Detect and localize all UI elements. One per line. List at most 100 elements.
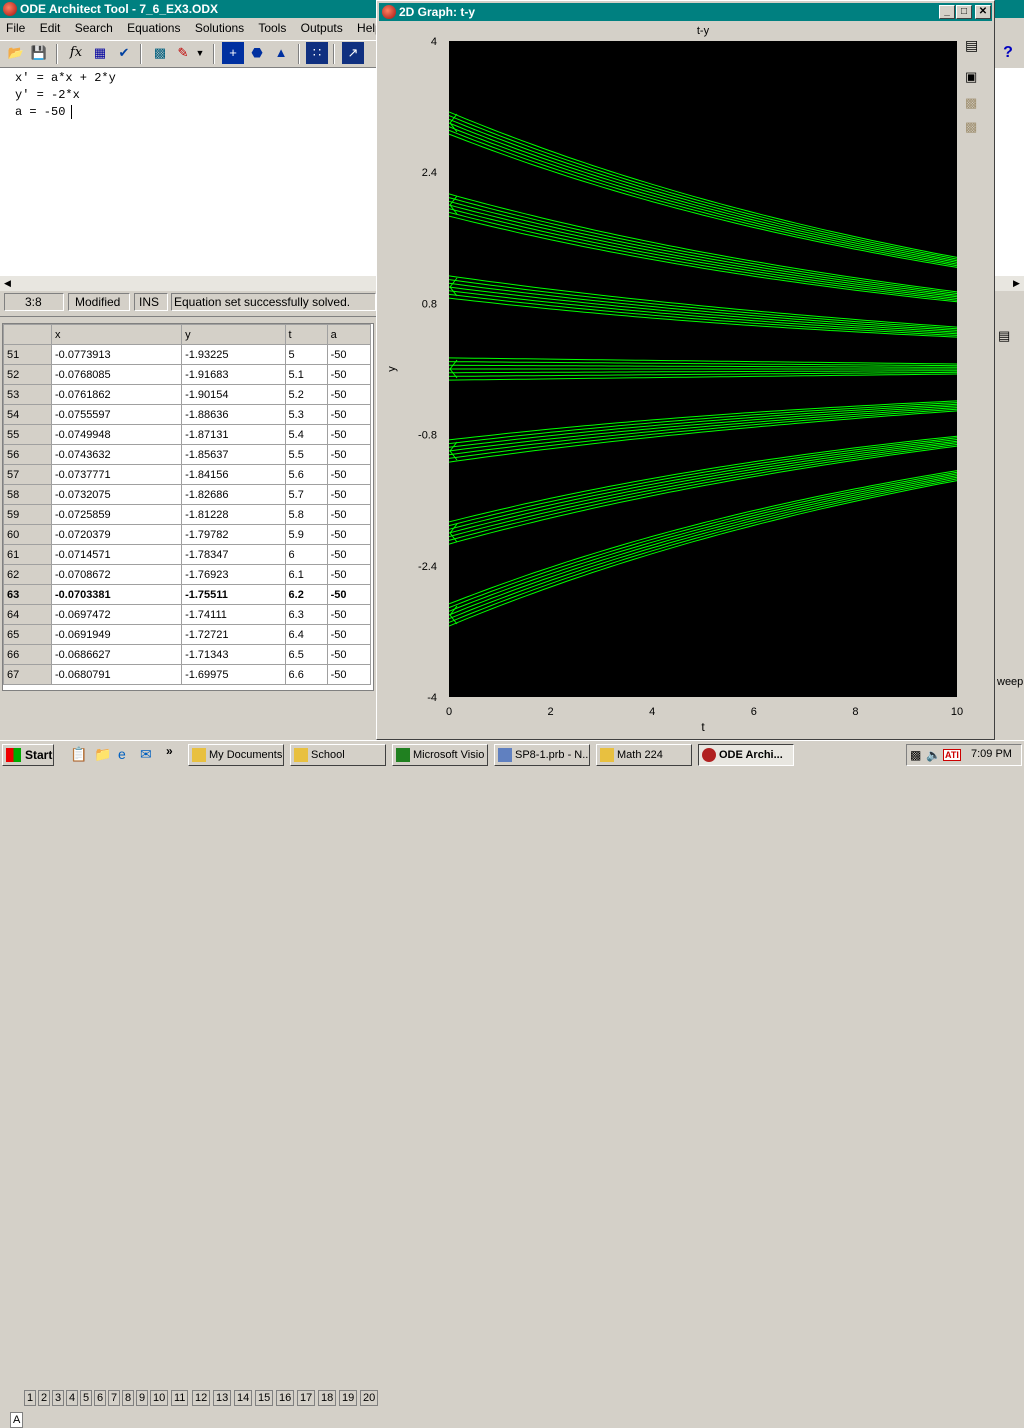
row-number[interactable]: 65 (3, 624, 52, 645)
taskbar-item-math224[interactable]: Math 224 (596, 744, 692, 766)
table-row[interactable]: 59 -0.0725859 -1.81228 5.8 -50 (3, 504, 372, 525)
table-row[interactable]: 64 -0.0697472 -1.74111 6.3 -50 (3, 604, 372, 625)
table-cell[interactable]: -0.0708672 (50, 564, 183, 585)
new-graph-icon[interactable]: + (222, 42, 244, 64)
dropdown-arrow-icon[interactable]: ▼ (194, 42, 206, 64)
close-button[interactable]: ✕ (975, 5, 991, 19)
table-row[interactable]: 55 -0.0749948 -1.87131 5.4 -50 (3, 424, 372, 445)
sheet-tab-16[interactable]: 16 (276, 1390, 295, 1406)
table-cell[interactable]: -1.78347 (181, 544, 286, 565)
table-cell[interactable]: -0.0697472 (50, 604, 183, 625)
table-cell[interactable]: -50 (326, 424, 372, 445)
taskbar-item-school[interactable]: School (290, 744, 386, 766)
table-cell[interactable]: -1.79782 (181, 524, 286, 545)
table-cell[interactable]: -0.0761862 (50, 384, 183, 405)
table-cell[interactable]: -0.0737771 (50, 464, 183, 485)
table-cell[interactable]: -1.85637 (181, 444, 286, 465)
sheet-tab-2[interactable]: 2 (38, 1390, 51, 1406)
sheet-tab-14[interactable]: 14 (234, 1390, 253, 1406)
scroll-left-icon[interactable]: ◀ (0, 276, 15, 291)
sheet-tab-8[interactable]: 8 (122, 1390, 135, 1406)
table-cell[interactable]: -0.0686627 (50, 644, 183, 665)
calculator-icon[interactable]: ▩ (149, 42, 171, 64)
row-number[interactable]: 51 (3, 344, 52, 365)
sheet-tab-19[interactable]: 19 (339, 1390, 358, 1406)
menu-file[interactable]: File (6, 21, 25, 35)
taskbar-item-ode-architect[interactable]: ODE Archi... (698, 744, 794, 766)
table-row[interactable]: 60 -0.0720379 -1.79782 5.9 -50 (3, 524, 372, 545)
table-cell[interactable]: -1.87131 (181, 424, 286, 445)
table-cell[interactable]: -50 (326, 344, 372, 365)
quicklaunch-desktop-icon[interactable]: 📋 (70, 746, 87, 763)
menu-solutions[interactable]: Solutions (195, 21, 244, 35)
sheet-tab-3[interactable]: 3 (52, 1390, 65, 1406)
table-cell[interactable]: 6.6 (284, 664, 328, 685)
table-cell[interactable]: 5.6 (284, 464, 328, 485)
table-row[interactable]: 52 -0.0768085 -1.91683 5.1 -50 (3, 364, 372, 385)
maximize-button[interactable]: □ (956, 5, 972, 19)
table-cell[interactable]: -50 (326, 664, 372, 685)
table-cell[interactable]: -50 (326, 524, 372, 545)
new-3d-graph-icon[interactable]: ⬣ (246, 42, 268, 64)
sheet-tab-11[interactable]: 11 (171, 1390, 189, 1406)
table-cell[interactable]: -1.72721 (181, 624, 286, 645)
scroll-right-icon[interactable]: ▶ (1009, 276, 1024, 291)
paint-icon[interactable]: ✎ (172, 42, 194, 64)
table-cell[interactable]: -50 (326, 444, 372, 465)
row-number[interactable]: 67 (3, 664, 52, 685)
table-cell[interactable]: -50 (326, 624, 372, 645)
cursor-icon[interactable]: ↗ (342, 42, 364, 64)
scatter-icon[interactable]: ∷ (306, 42, 328, 64)
row-number[interactable]: 55 (3, 424, 52, 445)
new-plot-icon[interactable]: ▲ (270, 42, 292, 64)
row-number[interactable]: 53 (3, 384, 52, 405)
graph-window[interactable]: 2D Graph: t-y _ □ ✕ ▤ ▣ ▩ ▩ t-y t y 0 2 4 6 8 10… (376, 0, 995, 740)
row-number[interactable]: 61 (3, 544, 52, 565)
column-header-a[interactable]: a (326, 324, 372, 345)
table-cell[interactable]: 5.5 (284, 444, 328, 465)
table-cell[interactable]: -0.0749948 (50, 424, 183, 445)
table-cell[interactable]: 5.9 (284, 524, 328, 545)
table-cell[interactable]: -50 (326, 564, 372, 585)
table-cell[interactable]: -1.88636 (181, 404, 286, 425)
equation-line-2[interactable]: y' = -2*x (15, 88, 80, 102)
table-cell[interactable]: -50 (326, 404, 372, 425)
table-cell[interactable]: 5.8 (284, 504, 328, 525)
row-number[interactable]: 59 (3, 504, 52, 525)
graph-titlebar[interactable]: 2D Graph: t-y _ □ ✕ (379, 3, 992, 21)
network-tray-icon[interactable]: ▩ (910, 748, 921, 762)
menu-search[interactable]: Search (75, 21, 113, 35)
sheet-tab-6[interactable]: 6 (94, 1390, 107, 1406)
table-cell[interactable]: 5.1 (284, 364, 328, 385)
sheet-tab-10[interactable]: 10 (150, 1390, 169, 1406)
table-row[interactable]: 63 -0.0703381 -1.75511 6.2 -50 (3, 584, 372, 605)
table-cell[interactable]: -1.69975 (181, 664, 286, 685)
quicklaunch-explorer-icon[interactable]: 📁 (94, 746, 111, 763)
table-cell[interactable]: -0.0714571 (50, 544, 183, 565)
solve-icon[interactable]: ✔ (113, 42, 135, 64)
column-header-y[interactable]: y (181, 324, 286, 345)
menu-equations[interactable]: Equations (127, 21, 180, 35)
table-row[interactable]: 56 -0.0743632 -1.85637 5.5 -50 (3, 444, 372, 465)
table-cell[interactable]: -1.71343 (181, 644, 286, 665)
table-row[interactable]: 65 -0.0691949 -1.72721 6.4 -50 (3, 624, 372, 645)
sheet-tab-1[interactable]: 1 (24, 1390, 37, 1406)
table-row[interactable]: 67 -0.0680791 -1.69975 6.6 -50 (3, 664, 372, 685)
table-cell[interactable]: -1.82686 (181, 484, 286, 505)
table-cell[interactable]: 5.3 (284, 404, 328, 425)
graph-app-icon[interactable] (382, 5, 396, 19)
table-cell[interactable]: -0.0720379 (50, 524, 183, 545)
table-cell[interactable]: -50 (326, 604, 372, 625)
table-cell[interactable]: -0.0755597 (50, 404, 183, 425)
table-cell[interactable]: 6.4 (284, 624, 328, 645)
table-cell[interactable]: -1.75511 (181, 584, 286, 605)
table-cell[interactable]: -1.81228 (181, 504, 286, 525)
menu-edit[interactable]: Edit (40, 21, 61, 35)
table-cell[interactable]: -1.90154 (181, 384, 286, 405)
table-cell[interactable]: -50 (326, 384, 372, 405)
table-cell[interactable]: -1.91683 (181, 364, 286, 385)
row-number[interactable]: 57 (3, 464, 52, 485)
quicklaunch-more-icon[interactable]: » (166, 744, 173, 758)
start-button[interactable]: Start (2, 744, 54, 766)
table-cell[interactable]: -1.76923 (181, 564, 286, 585)
